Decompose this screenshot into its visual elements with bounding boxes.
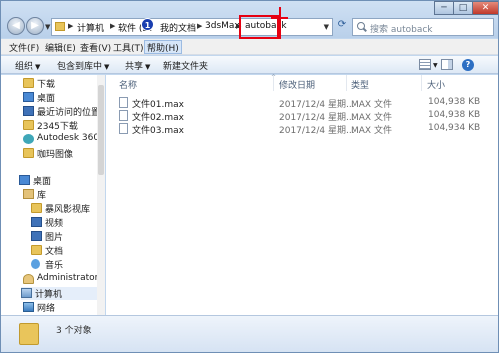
explorer-window: ─ □ ✕ ◀ ▶ ▼ ▶ 计算机 ▶ 软件 (D: 我的文档 ▶ 3dsMax…	[0, 0, 499, 353]
video-library-icon	[31, 203, 42, 213]
table-row[interactable]: 文件01.max 2017/12/4 星期... MAX 文件 104,938 …	[117, 97, 497, 110]
share-label: 共享	[125, 62, 144, 72]
search-placeholder: 搜索 autoback	[370, 25, 433, 35]
search-input[interactable]: 搜索 autoback	[352, 18, 494, 36]
recent-pages-dropdown[interactable]: ▼	[45, 23, 50, 31]
file-size: 104,934 KB	[428, 123, 481, 133]
table-row[interactable]: 文件02.max 2017/12/4 星期... MAX 文件 104,938 …	[117, 110, 497, 123]
chevron-down-icon[interactable]: ▼	[433, 62, 438, 69]
recent-places-icon	[23, 106, 34, 116]
breadcrumb-3dsmax[interactable]: 3dsMax	[205, 21, 240, 31]
desktop-icon	[19, 175, 30, 185]
menu-view[interactable]: 查看(V)	[80, 41, 111, 54]
picture-icon	[31, 231, 42, 241]
forward-button[interactable]: ▶	[26, 17, 44, 35]
file-name: 文件03.max	[132, 126, 184, 136]
file-type: MAX 文件	[351, 113, 392, 123]
download-folder-icon	[23, 78, 34, 88]
column-header-size[interactable]: 大小	[427, 78, 445, 91]
column-divider[interactable]	[273, 75, 274, 91]
menu-help[interactable]: 帮助(H)	[144, 40, 182, 54]
share-button[interactable]: 共享 ▼	[125, 59, 150, 72]
organize-label: 组织	[15, 62, 34, 72]
search-icon	[357, 22, 367, 32]
file-name: 文件02.max	[132, 113, 184, 123]
chevron-down-icon: ▼	[35, 63, 41, 71]
breadcrumb-separator-icon: ▶	[68, 22, 74, 30]
library-icon	[23, 189, 34, 199]
chevron-down-icon: ▼	[104, 63, 110, 71]
include-in-library-button[interactable]: 包含到库中 ▼	[57, 59, 109, 72]
breadcrumb-computer[interactable]: 计算机	[77, 21, 104, 34]
menu-bar: 文件(F) 编辑(E) 查看(V) 工具(T) 帮助(H)	[1, 39, 498, 55]
file-size: 104,938 KB	[428, 97, 481, 107]
file-name: 文件01.max	[132, 100, 184, 110]
menu-file[interactable]: 文件(F)	[9, 41, 39, 54]
column-header-type[interactable]: 类型	[351, 78, 369, 91]
max-file-icon	[119, 123, 128, 134]
file-date: 2017/12/4 星期...	[279, 126, 355, 136]
column-divider[interactable]	[421, 75, 422, 91]
breadcrumb-separator-icon: ▶	[197, 22, 203, 30]
desktop-icon	[23, 92, 34, 102]
menu-tools[interactable]: 工具(T)	[113, 41, 144, 54]
computer-icon	[21, 288, 32, 298]
max-file-icon	[119, 97, 128, 108]
autodesk-icon	[23, 134, 34, 144]
maximize-button[interactable]: □	[453, 1, 473, 15]
breadcrumb-separator-icon: ▶	[110, 22, 116, 30]
preview-pane-icon[interactable]	[441, 59, 453, 70]
folder-icon	[23, 148, 34, 158]
back-button[interactable]: ◀	[7, 17, 25, 35]
music-icon	[31, 259, 40, 269]
new-folder-button[interactable]: 新建文件夹	[163, 59, 208, 72]
file-size: 104,938 KB	[428, 110, 481, 120]
file-type: MAX 文件	[351, 100, 392, 110]
help-icon[interactable]: ?	[462, 59, 474, 71]
details-pane: 3 个对象	[1, 315, 498, 352]
command-bar: 组织 ▼ 包含到库中 ▼ 共享 ▼ 新建文件夹 ▼ ?	[1, 56, 498, 74]
max-file-icon	[119, 110, 128, 121]
include-library-label: 包含到库中	[57, 62, 103, 72]
navigation-pane: 下载 桌面 最近访问的位置 2345下载 Autodesk 360 咖玛图像 桌…	[1, 75, 105, 315]
step-callout-badge: 1	[141, 18, 154, 31]
organize-button[interactable]: 组织 ▼	[15, 59, 40, 72]
column-header-date[interactable]: 修改日期	[279, 78, 315, 91]
network-icon	[23, 302, 34, 312]
address-dropdown-icon[interactable]: ▼	[324, 23, 329, 31]
item-count: 3 个对象	[56, 326, 92, 336]
column-header-name[interactable]: 名称	[119, 78, 137, 91]
chevron-down-icon: ▼	[145, 63, 151, 71]
folder-icon	[55, 22, 65, 31]
column-divider[interactable]	[346, 75, 347, 91]
file-type: MAX 文件	[351, 126, 392, 136]
user-folder-icon	[23, 274, 34, 284]
view-options-icon[interactable]	[419, 59, 431, 70]
file-date: 2017/12/4 星期...	[279, 113, 355, 123]
nav-item-computer[interactable]: 计算机	[21, 287, 97, 300]
address-bar[interactable]: ▶ 计算机 ▶ 软件 (D: 我的文档 ▶ 3dsMax ▶ autoback …	[51, 18, 333, 36]
breadcrumb-documents[interactable]: 我的文档	[160, 21, 196, 34]
annotation-line	[271, 17, 288, 19]
document-icon	[31, 245, 42, 255]
video-icon	[31, 217, 42, 227]
file-date: 2017/12/4 星期...	[279, 100, 355, 110]
nav-scrollbar-thumb[interactable]	[98, 85, 104, 175]
close-button[interactable]: ✕	[472, 1, 498, 15]
folder-icon	[19, 323, 39, 345]
minimize-button[interactable]: ─	[434, 1, 454, 15]
refresh-icon[interactable]: ⟳	[335, 19, 349, 35]
table-row[interactable]: 文件03.max 2017/12/4 星期... MAX 文件 104,934 …	[117, 123, 497, 136]
folder-icon	[23, 120, 34, 130]
menu-edit[interactable]: 编辑(E)	[45, 41, 76, 54]
